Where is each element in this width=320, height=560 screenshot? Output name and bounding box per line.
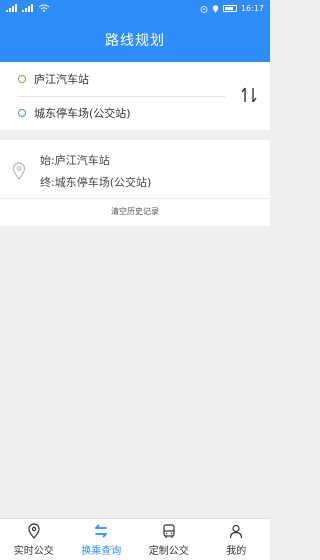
tab-label: 换乘查询 xyxy=(81,545,122,557)
destination-field[interactable]: 城东停车场(公交站) xyxy=(18,102,131,124)
tab-label: 定制公交 xyxy=(148,545,189,557)
origin-label: 庐江汽车站 xyxy=(34,73,89,86)
location-status-icon xyxy=(212,4,219,13)
tab-realtime-bus[interactable]: 实时公交 xyxy=(0,519,68,560)
user-icon xyxy=(230,524,243,538)
bus-icon xyxy=(163,523,175,538)
page-title: 路线规划 xyxy=(105,33,165,49)
destination-dot-icon xyxy=(18,109,26,117)
status-bar: 16:17 xyxy=(0,0,270,20)
history-end[interactable]: 终:城东停车场(公交站) xyxy=(40,174,151,190)
history-divider xyxy=(0,198,270,199)
route-input-card: 庐江汽车站 城东停车场(公交站) xyxy=(0,62,270,130)
sim2-signal-icon xyxy=(22,4,33,12)
swap-route-icon[interactable] xyxy=(238,84,260,106)
alarm-icon xyxy=(200,5,208,13)
history-start[interactable]: 始:庐江汽车站 xyxy=(40,152,110,168)
route-divider xyxy=(18,96,226,97)
location-pin-icon xyxy=(12,162,26,180)
origin-field[interactable]: 庐江汽车站 xyxy=(18,68,89,90)
app-header: 16:17 路线规划 xyxy=(0,0,270,62)
clear-history-button[interactable]: 清空历史记录 xyxy=(0,206,270,217)
bottom-tab-bar: 实时公交 换乘查询 定制公交 我的 xyxy=(0,518,270,560)
transfer-arrows-icon xyxy=(95,524,108,537)
location-pin-icon xyxy=(28,522,40,539)
status-time: 16:17 xyxy=(240,4,264,13)
destination-label: 城东停车场(公交站) xyxy=(34,107,131,120)
tab-label: 实时公交 xyxy=(13,545,54,557)
origin-dot-icon xyxy=(18,75,26,83)
tab-custom-bus[interactable]: 定制公交 xyxy=(135,519,203,560)
tab-transfer-query[interactable]: 换乘查询 xyxy=(68,519,136,560)
history-card: 始:庐江汽车站 终:城东停车场(公交站) 清空历史记录 xyxy=(0,140,270,226)
battery-icon xyxy=(222,5,237,12)
tab-label: 我的 xyxy=(226,545,247,557)
wifi-icon xyxy=(38,4,50,12)
tab-mine[interactable]: 我的 xyxy=(203,519,271,560)
sim-signal-icon xyxy=(6,4,17,12)
